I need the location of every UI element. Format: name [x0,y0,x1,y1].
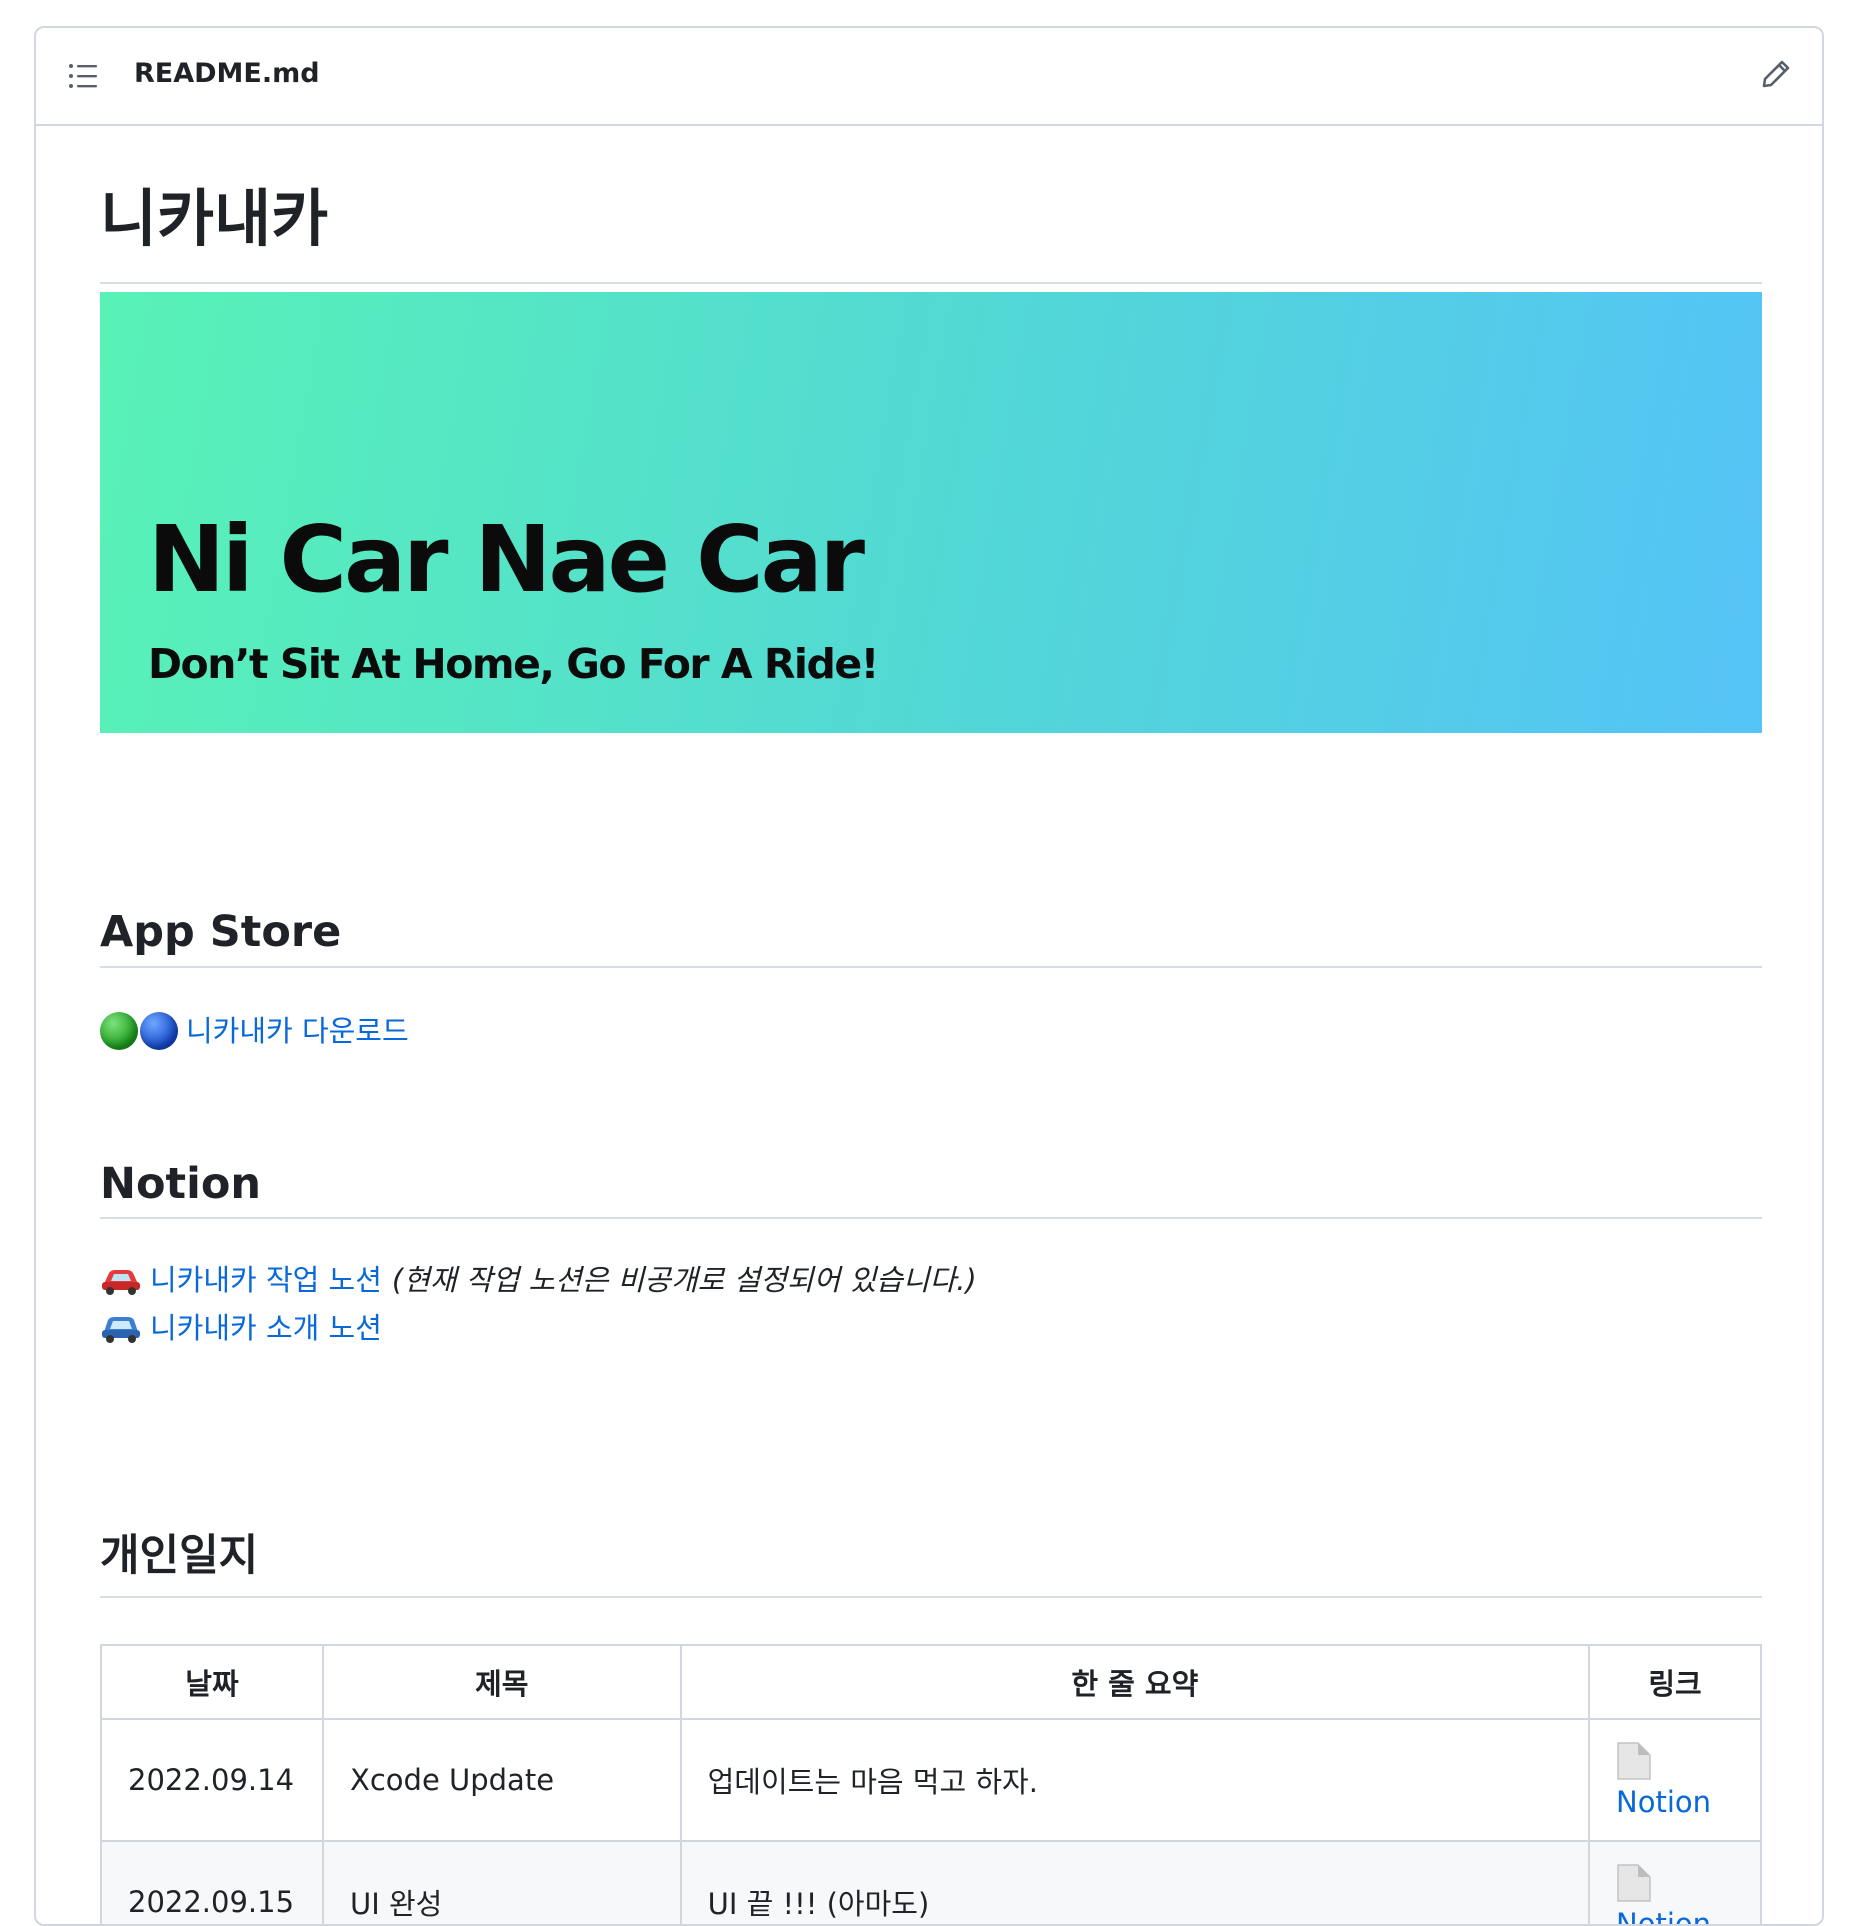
journal-heading: 개인일지 [100,1531,259,1581]
notion-heading: Notion [100,1159,261,1209]
column-header-date: 날짜 [100,1644,324,1720]
cell-title: Xcode Update [321,1718,682,1842]
cell-link: Notion [1588,1718,1762,1842]
notion-work-link[interactable]: 니카내카 작업 노션 [150,1265,382,1295]
cell-date: 2022.09.14 [100,1718,324,1842]
file-name: README.md [134,58,320,89]
document-icon [1617,1864,1651,1902]
journal-divider [100,1596,1762,1598]
app-store-line: 니카내카 다운로드 [100,1012,409,1050]
cell-title: UI 완성 [321,1840,682,1924]
notion-row-link[interactable]: Notion [1616,1785,1711,1819]
banner-title: Ni Car Nae Car [148,506,865,613]
column-header-summary: 한 줄 요약 [679,1644,1591,1720]
notion-row-link[interactable]: Notion [1616,1907,1711,1924]
app-store-divider [100,966,1762,968]
app-store-download-link[interactable]: 니카내카 다운로드 [186,1016,409,1046]
readme-header: README.md [36,28,1822,126]
cell-summary: 업데이트는 마음 먹고 하자. [679,1718,1591,1842]
table-header-row: 날짜 제목 한 줄 요약 링크 [100,1644,1762,1720]
notion-intro-link[interactable]: 니카내카 소개 노션 [150,1313,382,1343]
red-car-icon [102,1270,140,1295]
notion-work-line: 니카내카 작업 노션 (현재 작업 노션은 비공개로 설정되어 있습니다.) [100,1264,977,1296]
banner-subtitle: Don’t Sit At Home, Go For A Ride! [148,640,879,688]
table-row: 2022.09.15 UI 완성 UI 끝 !!! (아마도) Notion [100,1840,1762,1924]
title-divider [100,282,1762,284]
column-header-title: 제목 [321,1644,682,1720]
document-icon [1617,1742,1651,1780]
notion-intro-line: 니카내카 소개 노션 [100,1312,382,1344]
pencil-icon[interactable] [1760,58,1792,90]
cell-date: 2022.09.15 [100,1840,324,1924]
readme-container: README.md 니카내카 Ni Car Nae Car Don’t Sit … [34,26,1824,1926]
green-circle-icon [100,1012,138,1050]
blue-circle-icon [140,1012,178,1050]
list-icon[interactable] [68,62,98,90]
journal-table: 날짜 제목 한 줄 요약 링크 2022.09.14 Xcode Update … [100,1644,1762,1924]
notion-divider [100,1217,1762,1219]
cell-link: Notion [1588,1840,1762,1924]
table-row: 2022.09.14 Xcode Update 업데이트는 마음 먹고 하자. … [100,1718,1762,1842]
banner-image: Ni Car Nae Car Don’t Sit At Home, Go For… [100,292,1762,733]
cell-summary: UI 끝 !!! (아마도) [679,1840,1591,1924]
page-title: 니카내카 [100,182,329,255]
blue-car-icon [102,1317,140,1343]
notion-work-note: (현재 작업 노션은 비공개로 설정되어 있습니다.) [391,1262,977,1297]
column-header-link: 링크 [1588,1644,1762,1720]
app-store-heading: App Store [100,907,342,957]
